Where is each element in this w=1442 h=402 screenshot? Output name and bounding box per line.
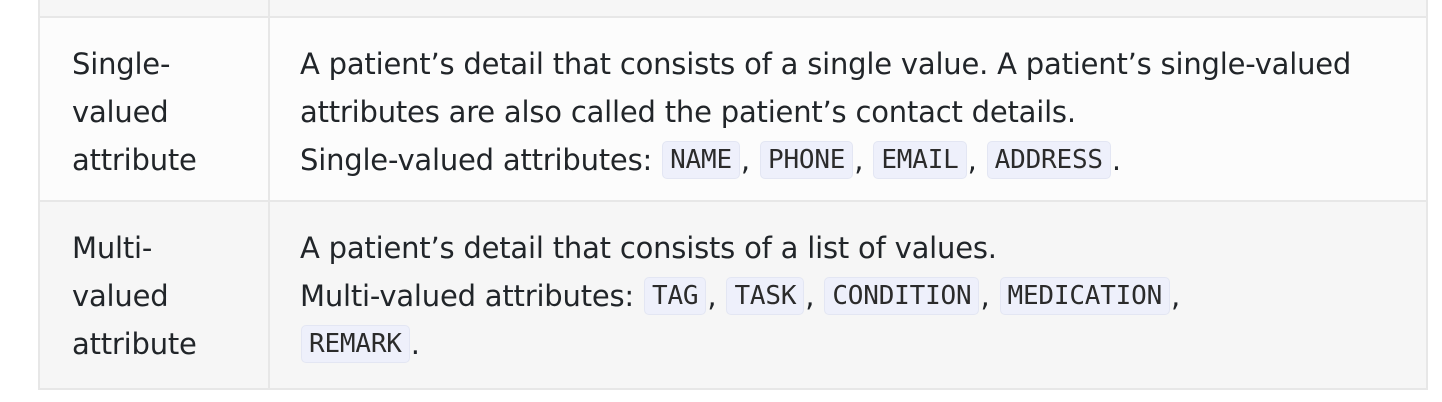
attribute-list: Single-valued attributes: NAME, PHONE, E… — [300, 136, 1396, 184]
description-text: A patient’s detail that consists of a li… — [300, 231, 997, 265]
code-tag: TAG — [644, 277, 707, 315]
code-remark: REMARK — [301, 325, 410, 363]
table-row-multi-valued: Multi- valued attribute A patient’s deta… — [38, 200, 1428, 390]
term-cell: Single- valued attribute — [38, 16, 270, 202]
code-address: ADDRESS — [986, 141, 1111, 179]
attribute-list: Multi-valued attributes: TAG, TASK, COND… — [300, 272, 1396, 320]
term-text: Single- — [72, 47, 171, 81]
table-row-single-valued: Single- valued attribute A patient’s det… — [38, 16, 1428, 202]
term-cell: Multi- valued attribute — [38, 200, 270, 390]
separator: , — [854, 143, 864, 177]
attribute-list-continued: REMARK. — [300, 320, 1396, 368]
attribute-list-label: Single-valued attributes: — [300, 143, 653, 177]
separator: , — [740, 143, 750, 177]
terminator: . — [410, 327, 420, 361]
term-text: valued — [72, 279, 169, 313]
term-text: Multi- — [72, 231, 153, 265]
code-email: EMAIL — [873, 141, 967, 179]
term-text: valued — [72, 95, 169, 129]
code-name: NAME — [662, 141, 740, 179]
description-cell: A patient’s detail that consists of a li… — [268, 200, 1428, 390]
separator: , — [707, 279, 717, 313]
description-text: A patient’s detail that consists of a si… — [300, 47, 1352, 81]
term-text: attribute — [72, 143, 197, 177]
code-phone: PHONE — [759, 141, 854, 179]
code-medication: MEDICATION — [999, 277, 1171, 315]
table-cell — [38, 0, 270, 18]
term-text: attribute — [72, 327, 197, 361]
separator: , — [980, 279, 990, 313]
separator: , — [1171, 279, 1181, 313]
separator: , — [967, 143, 977, 177]
code-task: TASK — [726, 277, 805, 315]
separator: , — [805, 279, 815, 313]
attribute-list-label: Multi-valued attributes: — [300, 279, 634, 313]
description-text: attributes are also called the patient’s… — [300, 95, 1076, 129]
code-condition: CONDITION — [824, 277, 980, 315]
table-cell — [268, 0, 1428, 18]
terminator: . — [1111, 143, 1121, 177]
description-cell: A patient’s detail that consists of a si… — [268, 16, 1428, 202]
table-row-previous — [38, 0, 1428, 18]
attributes-table: Single- valued attribute A patient’s det… — [38, 0, 1428, 390]
